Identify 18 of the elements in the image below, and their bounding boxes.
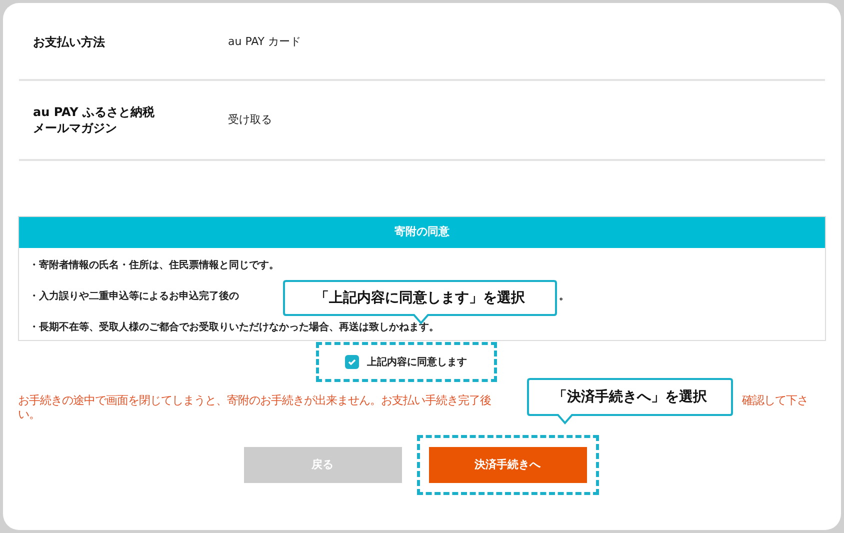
callout-text: 「決済手続きへ」を選択 <box>553 388 707 406</box>
field-value: 受け取る <box>228 112 272 128</box>
agree-label: 上記内容に同意します <box>367 355 467 370</box>
warning-text: お手続きの途中で画面を閉じてしまうと、寄附のお手続きが出来ません。お支払い手続き完了後 <box>18 393 491 407</box>
callout-text: 「上記内容に同意します」を選択 <box>315 288 525 308</box>
consent-text: 。 <box>559 290 569 304</box>
warning-text: 確認して下さ <box>742 393 808 407</box>
warning-text: い。 <box>18 407 40 421</box>
agree-checkbox[interactable] <box>345 355 359 369</box>
consent-text: ・入力誤りや二重申込等によるお申込完了後の <box>29 289 239 304</box>
checkout-button[interactable]: 決済手続きへ <box>428 447 586 483</box>
consent-text: ・寄附者情報の氏名・住所は、住民票情報と同じです。 <box>29 258 279 272</box>
field-label: お支払い方法 <box>32 34 106 50</box>
check-icon <box>347 357 357 367</box>
consent-header: 寄附の同意 <box>19 217 825 248</box>
consent-text: ・長期不在等、受取人様のご都合でお受取りいただけなかった場合、再送は致しかねます。 <box>29 320 439 334</box>
field-label: au PAY ふるさと納税 メールマガジン <box>32 104 156 136</box>
field-value: au PAY カード <box>228 34 302 50</box>
